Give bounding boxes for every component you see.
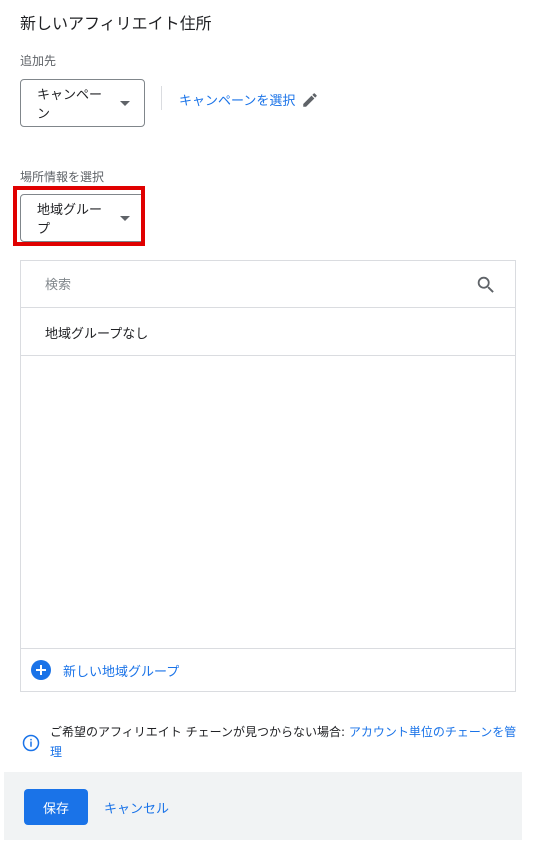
- plus-circle-icon: [31, 660, 51, 680]
- destination-dropdown-value: キャンペーン: [37, 88, 103, 122]
- affiliate-location-panel: 新しいアフィリエイト住所 追加先 キャンペーン キャンペーンを選択 場所情報を選…: [0, 0, 522, 857]
- highlight-box: [13, 186, 145, 246]
- location-label: 場所情報を選択: [20, 170, 105, 184]
- destination-dropdown[interactable]: キャンペーン: [20, 79, 145, 127]
- info-icon: [22, 734, 40, 752]
- new-location-group-button[interactable]: 新しい地域グループ: [21, 648, 515, 691]
- search-row: [21, 261, 515, 308]
- cancel-button[interactable]: キャンセル: [96, 789, 177, 825]
- divider: [161, 86, 162, 110]
- search-icon[interactable]: [475, 274, 497, 296]
- save-button[interactable]: 保存: [24, 789, 88, 825]
- list-item[interactable]: 地域グループなし: [21, 308, 515, 356]
- select-campaign-label: キャンペーンを選択: [179, 94, 296, 109]
- info-message: ご希望のアフィリエイト チェーンが見つからない場合: アカウント単位のチェーンを…: [22, 722, 518, 762]
- info-text-block: ご希望のアフィリエイト チェーンが見つからない場合: アカウント単位のチェーンを…: [50, 722, 518, 762]
- page-title: 新しいアフィリエイト住所: [20, 14, 212, 33]
- info-text: ご希望のアフィリエイト チェーンが見つからない場合:: [50, 725, 349, 739]
- search-input[interactable]: [45, 275, 445, 295]
- select-campaign-link[interactable]: キャンペーンを選択: [179, 90, 319, 109]
- new-location-group-label: 新しい地域グループ: [63, 664, 180, 680]
- pencil-icon: [303, 92, 318, 107]
- footer-bar: 保存 キャンセル: [4, 772, 522, 840]
- destination-label: 追加先: [20, 54, 57, 68]
- location-group-list: 地域グループなし 新しい地域グループ: [20, 260, 516, 692]
- caret-down-icon: [120, 100, 130, 106]
